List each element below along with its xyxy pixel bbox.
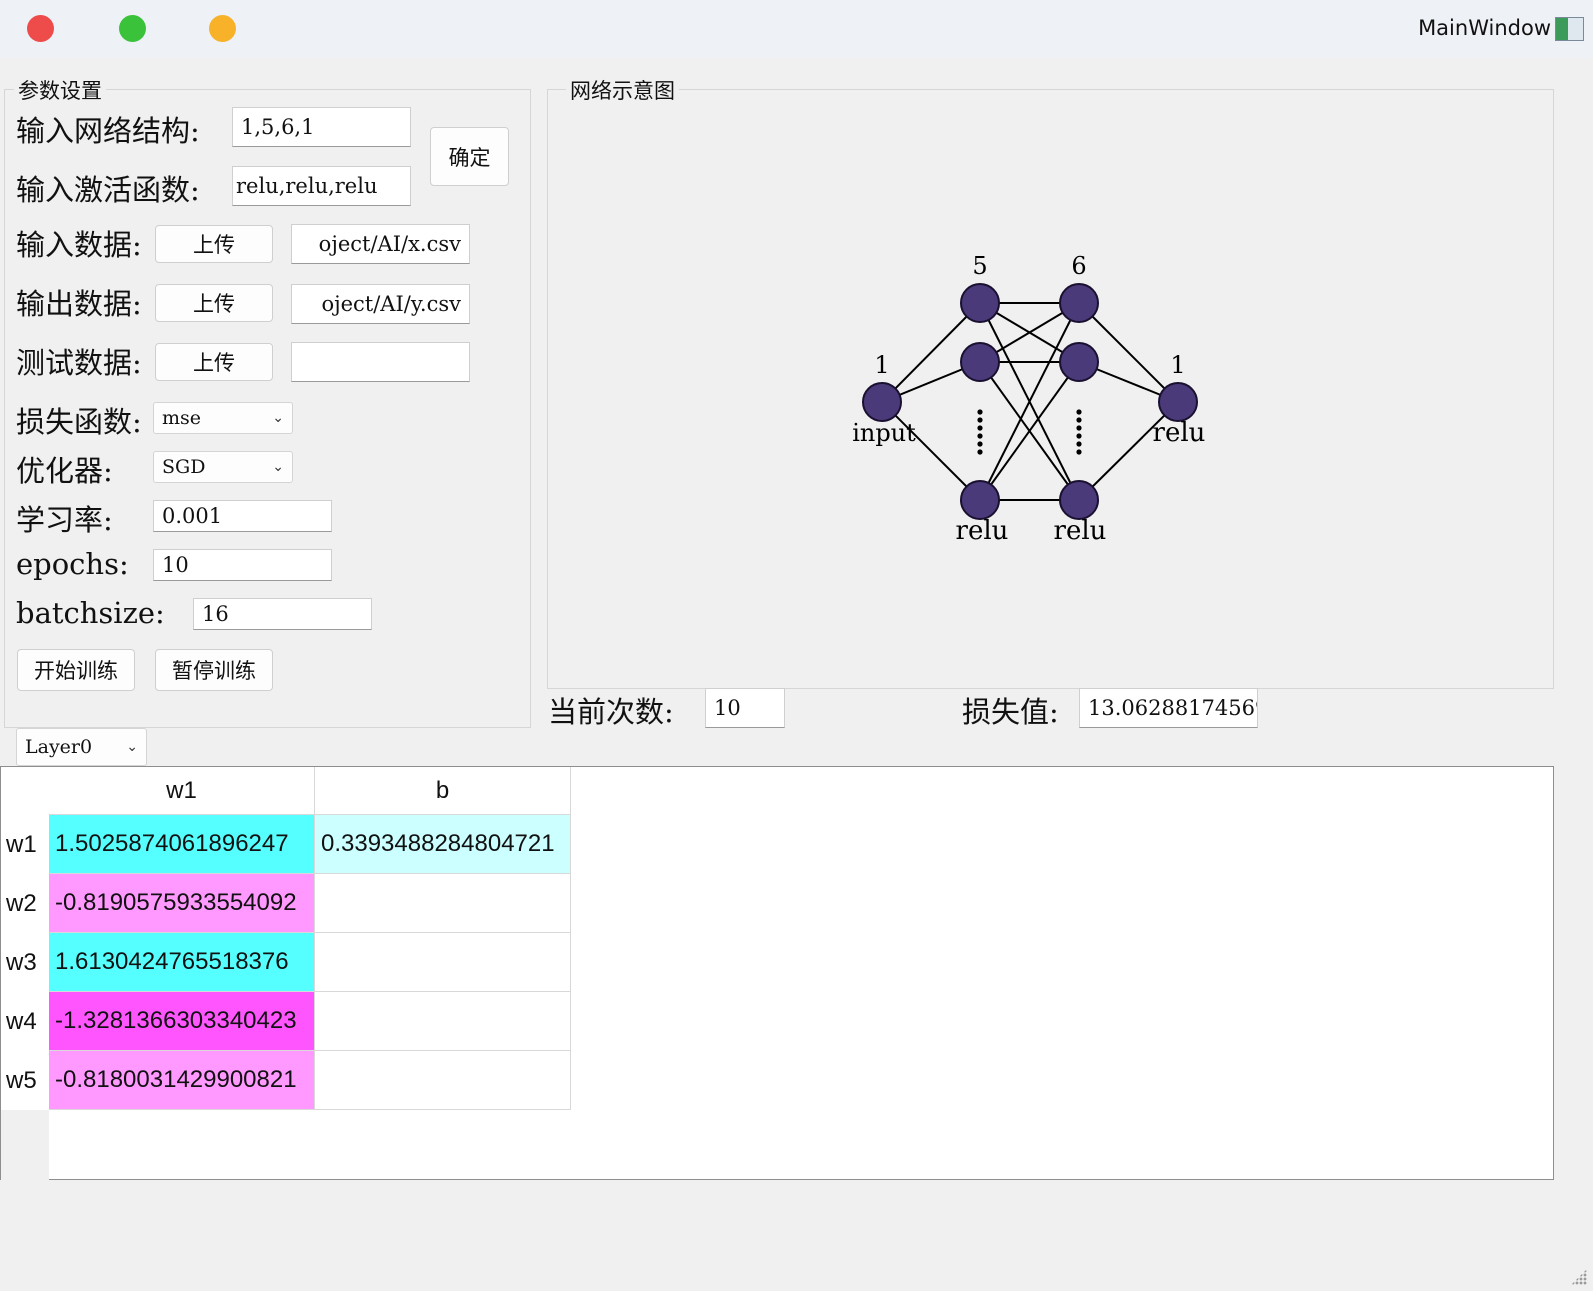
network-edge (881, 401, 981, 501)
table-cell[interactable] (315, 933, 571, 992)
resize-grip[interactable] (1571, 1269, 1587, 1285)
title-bar: MainWindow (0, 0, 1593, 58)
structure-input[interactable]: 1,5,6,1 (232, 107, 411, 147)
row-header[interactable]: w2 (1, 874, 49, 933)
batchsize-input[interactable]: 16 (193, 598, 372, 630)
ellipsis-dot (977, 449, 983, 455)
upload-output-button[interactable]: 上传 (155, 284, 273, 322)
loss-value-label: 损失值: (962, 695, 1059, 729)
layer-count-0: 1 (874, 351, 889, 379)
row-header[interactable]: w5 (1, 1051, 49, 1110)
table-corner[interactable] (1, 767, 49, 815)
table-cell[interactable]: -1.3281366303340423 (49, 992, 315, 1051)
ellipsis-dot (1076, 417, 1082, 423)
network-node (1059, 342, 1099, 382)
pause-training-button[interactable]: 暂停训练 (155, 649, 273, 691)
network-edges (881, 302, 1179, 501)
upload-input-button[interactable]: 上传 (155, 225, 273, 263)
activation-input[interactable]: relu,relu,relu (232, 166, 411, 206)
learning-rate-label: 学习率: (16, 503, 113, 537)
epochs-input[interactable]: 10 (153, 549, 332, 581)
optimizer-label: 优化器: (16, 454, 113, 488)
current-epoch-field[interactable]: 10 (705, 688, 785, 728)
ellipsis-dot (977, 409, 983, 415)
network-node (1059, 283, 1099, 323)
layer-activation-2: relu (1054, 516, 1107, 546)
test-path-field[interactable] (291, 342, 470, 382)
chevron-down-icon: ⌄ (272, 410, 284, 426)
network-edge (1078, 401, 1179, 501)
row-header[interactable]: w3 (1, 933, 49, 992)
app-icon (1555, 17, 1584, 41)
table-cell[interactable]: -0.8180031429900821 (49, 1051, 315, 1110)
loss-function-value: mse (162, 407, 202, 429)
weights-table[interactable]: w1 b w1 1.5025874061896247 0.3393488284804… (0, 766, 1554, 1181)
ellipsis-dot (1076, 409, 1082, 415)
table-cell[interactable] (315, 874, 571, 933)
ellipsis-dot (1076, 425, 1082, 431)
ellipsis-dot (977, 417, 983, 423)
loss-value-field[interactable]: 13.06288174569 (1079, 688, 1258, 728)
network-node (1158, 382, 1198, 422)
layer-activation-3: relu (1153, 418, 1206, 448)
ellipsis-dot (977, 433, 983, 439)
table-cell[interactable]: 1.5025874061896247 (49, 815, 315, 874)
layer-select-value: Layer0 (25, 736, 93, 758)
activation-label: 输入激活函数: (16, 173, 200, 207)
maximize-button[interactable] (119, 15, 146, 42)
network-diagram: 1 5 6 1 input relu relu relu (852, 252, 1206, 546)
layer-count-3: 1 (1170, 351, 1185, 379)
batchsize-label: batchsize: (16, 596, 165, 630)
network-node (960, 480, 1000, 520)
layer-select[interactable]: Layer0 ⌄ (16, 728, 147, 766)
column-header-w1[interactable]: w1 (49, 767, 315, 815)
table-cell[interactable]: 0.3393488284804721 (315, 815, 571, 874)
output-data-label: 输出数据: (16, 287, 142, 321)
diagram-group-title: 网络示意图 (566, 75, 679, 105)
upload-test-button[interactable]: 上传 (155, 343, 273, 381)
loss-function-label: 损失函数: (16, 405, 142, 439)
layer-count-2: 6 (1071, 252, 1086, 280)
test-data-label: 测试数据: (16, 346, 142, 380)
ellipsis-dot (1076, 433, 1082, 439)
minimize-button[interactable] (209, 15, 236, 42)
table-cell[interactable] (315, 1051, 571, 1110)
row-header[interactable]: w1 (1, 815, 49, 874)
table-cell[interactable]: 1.6130424765518376 (49, 933, 315, 992)
network-node (960, 283, 1000, 323)
row-header[interactable]: w4 (1, 992, 49, 1051)
network-node (862, 382, 902, 422)
structure-label: 输入网络结构: (16, 114, 200, 148)
ellipsis-dot (1076, 449, 1082, 455)
layer-count-1: 5 (972, 252, 987, 280)
input-data-label: 输入数据: (16, 228, 142, 262)
params-group-title: 参数设置 (14, 75, 106, 105)
optimizer-value: SGD (162, 456, 206, 478)
chevron-down-icon: ⌄ (126, 739, 138, 755)
network-node (1059, 480, 1099, 520)
table-cell[interactable]: -0.8190575933554092 (49, 874, 315, 933)
close-button[interactable] (27, 15, 54, 42)
start-training-button[interactable]: 开始训练 (17, 649, 135, 691)
layer-activation-0: input (852, 419, 916, 447)
window-title: MainWindow (1418, 16, 1551, 40)
input-path-field[interactable]: oject/AI/x.csv (291, 224, 470, 264)
output-path-field[interactable]: oject/AI/y.csv (291, 284, 470, 324)
chevron-down-icon: ⌄ (272, 459, 284, 475)
current-epoch-label: 当前次数: (548, 695, 674, 729)
optimizer-select[interactable]: SGD ⌄ (153, 451, 293, 483)
table-cell[interactable] (315, 992, 571, 1051)
confirm-button[interactable]: 确定 (430, 127, 509, 186)
ellipsis-dot (977, 425, 983, 431)
layer-activation-1: relu (956, 516, 1009, 546)
ellipsis-dot (1076, 441, 1082, 447)
epochs-label: epochs: (16, 547, 129, 581)
loss-function-select[interactable]: mse ⌄ (153, 402, 293, 434)
network-node (960, 342, 1000, 382)
ellipsis-dot (977, 441, 983, 447)
learning-rate-input[interactable]: 0.001 (153, 500, 332, 532)
column-header-b[interactable]: b (315, 767, 571, 815)
